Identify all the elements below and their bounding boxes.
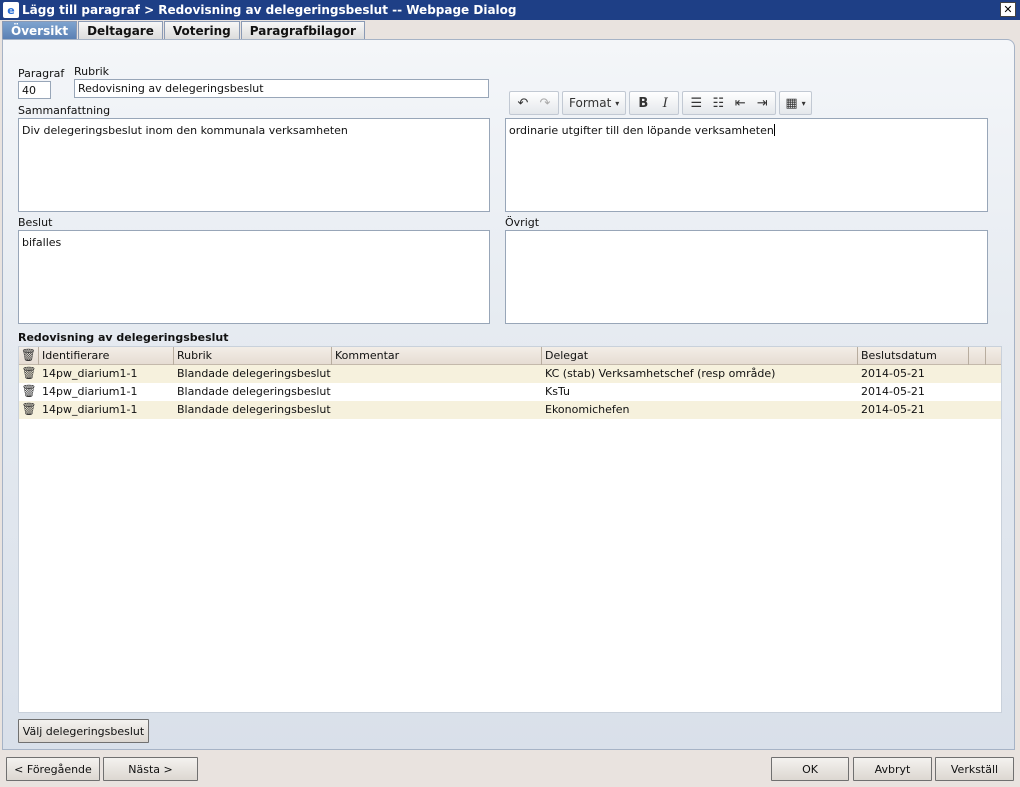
trash-icon[interactable]: 🗑 (19, 401, 39, 419)
col-rubrik[interactable]: Rubrik (174, 347, 332, 365)
cell-rubrik: Blandade delegeringsbeslut (177, 385, 331, 398)
cell-kommentar (332, 383, 542, 401)
trash-icon[interactable]: 🗑 (19, 383, 39, 401)
editor-toolbar: ↶ ↷ Format ▾ B I ☰ ☷ ⇤ ⇥ ▦ ▾ (507, 89, 853, 117)
cancel-button[interactable]: Avbryt (853, 757, 932, 781)
numbered-list-icon[interactable]: ☷ (707, 93, 729, 113)
sammanfattning-textarea[interactable]: Div delegeringsbeslut inom den kommunala… (18, 118, 490, 212)
bullet-list-icon[interactable]: ☰ (685, 93, 707, 113)
cell-identifierare: 14pw_diarium1-1 (42, 385, 138, 398)
cell-beslutsdatum: 2014-05-21 (861, 385, 925, 398)
cell-delegat: KC (stab) Verksamhetschef (resp område) (545, 367, 776, 380)
grid-header: 🗑 Identifierare Rubrik Kommentar Delegat… (19, 347, 1001, 365)
table-icon: ▦ (785, 95, 798, 111)
table-group: ▦ ▾ (779, 91, 812, 115)
beslut-textarea[interactable]: bifalles (18, 230, 490, 324)
cell-beslutsdatum: 2014-05-21 (861, 367, 925, 380)
cell-delegat: Ekonomichefen (545, 403, 630, 416)
undo-redo-group: ↶ ↷ (509, 91, 559, 115)
paragraf-input[interactable]: 40 (18, 81, 51, 99)
close-button[interactable]: ✕ (1000, 2, 1016, 17)
tab-strip: Översikt Deltagare Votering Paragrafbila… (2, 21, 366, 39)
delegation-grid: 🗑 Identifierare Rubrik Kommentar Delegat… (18, 346, 1002, 713)
trash-icon[interactable]: 🗑 (19, 365, 39, 383)
next-button[interactable]: Nästa > (103, 757, 198, 781)
ovrigt-label: Övrigt (505, 216, 540, 229)
undo-icon[interactable]: ↶ (512, 93, 534, 113)
cell-identifierare: 14pw_diarium1-1 (42, 403, 138, 416)
col-filler (969, 347, 986, 365)
format-dropdown[interactable]: Format ▾ (565, 93, 623, 113)
cell-identifierare: 14pw_diarium1-1 (42, 367, 138, 380)
title-bar: e Lägg till paragraf > Redovisning av de… (0, 0, 1020, 20)
chevron-down-icon: ▾ (801, 98, 806, 108)
tab-paragrafbilagor[interactable]: Paragrafbilagor (240, 21, 365, 39)
cell-delegat: KsTu (545, 385, 570, 398)
cell-beslutsdatum: 2014-05-21 (861, 403, 925, 416)
cell-kommentar (332, 365, 542, 383)
rubrik-input[interactable]: Redovisning av delegeringsbeslut (74, 79, 489, 98)
delete-all-icon[interactable]: 🗑 (19, 347, 39, 365)
redo-icon[interactable]: ↷ (534, 93, 556, 113)
browser-icon: e (3, 2, 19, 18)
col-identifierare[interactable]: Identifierare (39, 347, 174, 365)
col-kommentar[interactable]: Kommentar (332, 347, 542, 365)
table-button[interactable]: ▦ ▾ (782, 93, 808, 113)
beslut-label: Beslut (18, 216, 53, 229)
table-row[interactable]: 🗑 14pw_diarium1-1 Blandade delegeringsbe… (19, 365, 1001, 383)
window-title: Lägg till paragraf > Redovisning av dele… (22, 3, 517, 17)
ovrigt-textarea[interactable] (505, 230, 988, 324)
rich-text-editor[interactable]: ordinarie utgifter till den löpande verk… (505, 118, 988, 212)
cell-rubrik: Blandade delegeringsbeslut (177, 367, 331, 380)
apply-button[interactable]: Verkställ (935, 757, 1014, 781)
tab-oversikt[interactable]: Översikt (2, 21, 78, 39)
ok-button[interactable]: OK (771, 757, 849, 781)
bold-button[interactable]: B (632, 93, 654, 113)
format-group: Format ▾ (562, 91, 627, 115)
sammanfattning-label: Sammanfattning (18, 104, 111, 117)
grid-title: Redovisning av delegeringsbeslut (18, 331, 229, 344)
editor-text: ordinarie utgifter till den löpande verk… (509, 124, 774, 137)
table-row[interactable]: 🗑 14pw_diarium1-1 Blandade delegeringsbe… (19, 401, 1001, 419)
style-group: B I (629, 91, 680, 115)
text-cursor (773, 124, 775, 136)
paragraf-label: Paragraf (18, 67, 65, 80)
table-row[interactable]: 🗑 14pw_diarium1-1 Blandade delegeringsbe… (19, 383, 1001, 401)
valj-delegeringsbeslut-button[interactable]: Välj delegeringsbeslut (18, 719, 149, 743)
list-group: ☰ ☷ ⇤ ⇥ (682, 91, 777, 115)
outdent-icon[interactable]: ⇤ (729, 93, 751, 113)
format-label: Format (569, 96, 612, 110)
italic-button[interactable]: I (654, 93, 676, 113)
chevron-down-icon: ▾ (615, 98, 620, 108)
cell-kommentar (332, 401, 542, 419)
rubrik-label: Rubrik (74, 65, 110, 78)
tab-votering[interactable]: Votering (163, 21, 240, 39)
indent-icon[interactable]: ⇥ (751, 93, 773, 113)
col-beslutsdatum[interactable]: Beslutsdatum (858, 347, 969, 365)
col-delegat[interactable]: Delegat (542, 347, 858, 365)
cell-rubrik: Blandade delegeringsbeslut (177, 403, 331, 416)
col-scroll-placeholder (986, 347, 1001, 365)
tab-deltagare[interactable]: Deltagare (78, 21, 163, 39)
previous-button[interactable]: < Föregående (6, 757, 100, 781)
